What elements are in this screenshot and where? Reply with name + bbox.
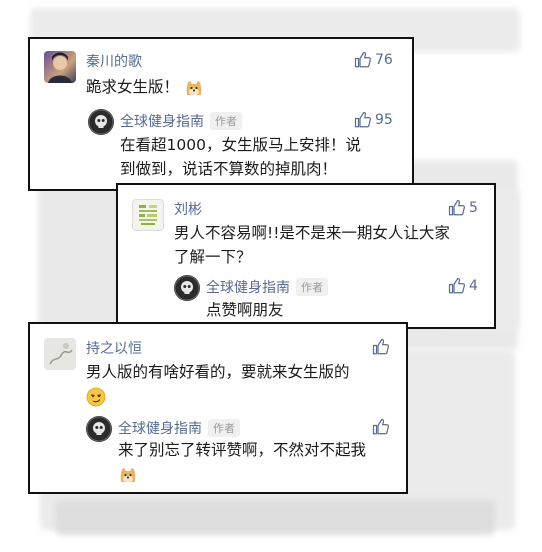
like-button[interactable]: 5: [448, 199, 478, 217]
thumbs-up-icon: [372, 338, 389, 355]
doge-emoji-icon: [186, 80, 202, 95]
comment-card: 刘彬 5 男人不容易啊!!是不是来一期女人让大家 了解一下？ 全球健身指南 作者…: [116, 183, 496, 329]
like-count: 76: [375, 52, 393, 68]
comment-text-line: 男人不容易啊!!是不是来一期女人让大家: [174, 224, 450, 242]
reply-emoji: [118, 464, 138, 485]
doge-emoji-icon: [120, 467, 136, 482]
reply-like-button[interactable]: [372, 418, 393, 436]
comment-author[interactable]: 持之以恒: [86, 338, 142, 358]
like-count: 5: [469, 200, 478, 216]
avatar-image: [139, 205, 157, 225]
avatar-image: [44, 338, 76, 370]
thumbs-up-icon: [448, 199, 465, 216]
author-badge: 作者: [296, 278, 328, 296]
reply-like-button[interactable]: 4: [448, 277, 478, 295]
background-blur: [55, 500, 495, 535]
comment-author[interactable]: 刘彬: [174, 199, 202, 219]
like-button[interactable]: 76: [354, 51, 393, 69]
comment-text: 跪求女生版！: [86, 75, 204, 99]
reply-author[interactable]: 全球健身指南: [118, 418, 202, 438]
reply-text-line: 在看超1000，女生版马上安排！说: [120, 136, 361, 154]
comment-card: 持之以恒 男人版的有啥好看的，要就来女生版的 全球健身指南 作者 来了别忘了转评…: [28, 322, 408, 494]
like-count: 4: [469, 278, 478, 294]
smirk-emoji-icon: [86, 387, 106, 406]
comment-author[interactable]: 秦川的歌: [86, 51, 142, 71]
skull-logo-icon: [174, 275, 200, 301]
author-badge: 作者: [208, 419, 240, 437]
skull-logo-icon: [88, 109, 114, 135]
thumbs-up-icon: [372, 418, 389, 435]
author-avatar[interactable]: [88, 109, 114, 135]
reply-author[interactable]: 全球健身指南: [206, 277, 290, 297]
reply-text: 点赞啊朋友: [206, 301, 284, 319]
user-avatar[interactable]: [44, 51, 76, 83]
reply-like-button[interactable]: 95: [354, 111, 393, 129]
like-count: 95: [375, 112, 393, 128]
user-avatar[interactable]: [44, 338, 76, 370]
thumbs-up-icon: [448, 277, 465, 294]
reply-header: 全球健身指南 作者: [120, 111, 242, 131]
reply-text: 来了别忘了转评赞啊，不然对不起我: [118, 441, 367, 459]
thumbs-up-icon: [354, 111, 371, 128]
comment-text: 男人版的有啥好看的，要就来女生版的: [86, 363, 350, 381]
reply-header: 全球健身指南 作者: [118, 418, 240, 438]
comment-text-line: 了解一下？: [174, 248, 252, 266]
reply-author[interactable]: 全球健身指南: [120, 111, 204, 131]
comment-card: 秦川的歌 76 跪求女生版！ 全球健身指南 作者 95 在看超1000，女生版马…: [28, 37, 414, 191]
author-avatar[interactable]: [174, 275, 200, 301]
reply-text-line: 到做到，说话不算数的掉肌肉！: [120, 160, 338, 178]
user-avatar[interactable]: [132, 199, 164, 231]
author-badge: 作者: [210, 112, 242, 130]
comment-emoji: [86, 386, 106, 407]
avatar-image: [48, 52, 72, 83]
thumbs-up-icon: [354, 51, 371, 68]
comment-text-content: 跪求女生版！: [86, 78, 180, 96]
skull-logo-icon: [86, 416, 112, 442]
reply-header: 全球健身指南 作者: [206, 277, 328, 297]
like-button[interactable]: [372, 338, 393, 356]
author-avatar[interactable]: [86, 416, 112, 442]
